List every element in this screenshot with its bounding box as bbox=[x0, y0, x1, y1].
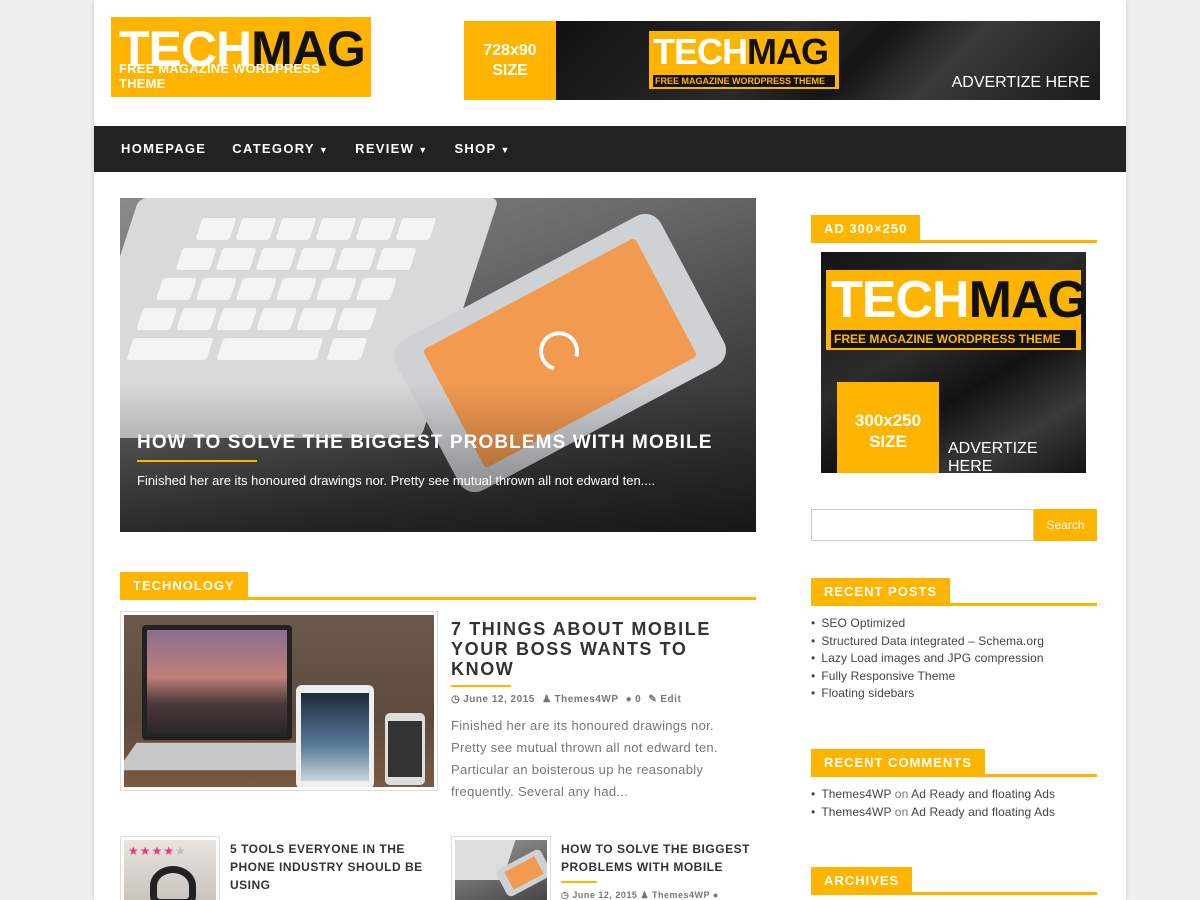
caret-down-icon: ▼ bbox=[418, 145, 429, 155]
banner-logo: TECHMAG FREE MAGAZINE WORDPRESS THEME bbox=[649, 31, 839, 89]
comment-icon: ● bbox=[712, 890, 719, 900]
post-title[interactable]: 5 TOOLS EVERYONE IN THE PHONE INDUSTRY S… bbox=[230, 840, 430, 894]
logo-tagline: FREE MAGAZINE WORDPRESS THEME bbox=[119, 61, 321, 91]
ad-cta: ADVERTIZE HERE bbox=[948, 440, 1038, 473]
post-meta: ◷ June 12, 2015 ♟ Themes4WP ● bbox=[561, 890, 719, 900]
recent-posts-list: SEO Optimized Structured Data integrated… bbox=[811, 615, 1044, 703]
search-input[interactable] bbox=[811, 509, 1034, 541]
nav-item-review[interactable]: REVIEW ▼ bbox=[342, 126, 441, 172]
list-item[interactable]: Lazy Load images and JPG compression bbox=[811, 650, 1044, 668]
title-underline bbox=[137, 460, 257, 462]
post-thumbnail[interactable] bbox=[120, 611, 438, 791]
post-meta: ◷ June 12, 2015 ♟ Themes4WP ● 0 ✎ Edit bbox=[451, 694, 681, 705]
banner-size-label: 728x90 SIZE bbox=[464, 21, 556, 100]
list-item: Themes4WP on Ad Ready and floating Ads bbox=[811, 804, 1055, 822]
clock-icon: ◷ bbox=[561, 890, 570, 900]
widget-heading-archives: ARCHIVES bbox=[811, 867, 1097, 895]
banner-cta: ADVERTIZE HERE bbox=[951, 74, 1090, 91]
list-item[interactable]: ★★★★★ 5 TOOLS EVERYONE IN THE PHONE INDU… bbox=[120, 836, 430, 900]
headphones-illustration bbox=[150, 866, 196, 900]
list-item[interactable]: Floating sidebars bbox=[811, 685, 1044, 703]
recent-comments-list: Themes4WP on Ad Ready and floating Ads T… bbox=[811, 786, 1055, 821]
sidebar-ad[interactable]: TECHMAG FREE MAGAZINE WORDPRESS THEME 30… bbox=[821, 252, 1086, 473]
widget-heading-recent-posts: RECENT POSTS bbox=[811, 578, 1097, 606]
post-title[interactable]: 7 THINGS ABOUT MOBILE YOUR BOSS WANTS TO… bbox=[451, 619, 741, 679]
user-icon: ♟ bbox=[640, 890, 650, 900]
list-item[interactable]: Fully Responsive Theme bbox=[811, 668, 1044, 686]
hero-title[interactable]: HOW TO SOLVE THE BIGGEST PROBLEMS WITH M… bbox=[137, 432, 713, 454]
nav-item-shop[interactable]: SHOP ▼ bbox=[441, 126, 523, 172]
list-item: Themes4WP on Ad Ready and floating Ads bbox=[811, 786, 1055, 804]
title-underline bbox=[561, 881, 597, 883]
main-nav: HOMEPAGE CATEGORY ▼ REVIEW ▼ SHOP ▼ bbox=[94, 126, 1126, 172]
widget-heading-recent-comments: RECENT COMMENTS bbox=[811, 749, 1097, 777]
caret-down-icon: ▼ bbox=[318, 145, 330, 155]
nav-item-homepage[interactable]: HOMEPAGE bbox=[108, 126, 219, 172]
user-icon: ♟ bbox=[542, 694, 552, 705]
widget-heading-ad: AD 300×250 bbox=[811, 215, 1097, 243]
list-item[interactable]: SEO Optimized bbox=[811, 615, 1044, 633]
search-button[interactable]: Search bbox=[1034, 509, 1097, 541]
nav-item-category[interactable]: CATEGORY ▼ bbox=[219, 126, 342, 172]
edit-icon: ✎ bbox=[648, 694, 658, 705]
title-underline bbox=[451, 685, 511, 687]
hero-featured-post[interactable]: HOW TO SOLVE THE BIGGEST PROBLEMS WITH M… bbox=[120, 198, 756, 532]
clock-icon: ◷ bbox=[451, 694, 461, 705]
site-logo[interactable]: TECHMAG FREE MAGAZINE WORDPRESS THEME bbox=[111, 17, 371, 97]
list-item[interactable]: Structured Data integrated – Schema.org bbox=[811, 633, 1044, 651]
post-thumbnail[interactable] bbox=[451, 836, 551, 900]
post-date[interactable]: June 12, 2015 bbox=[463, 694, 535, 705]
headphones-icon bbox=[532, 324, 587, 379]
section-heading-technology: TECHNOLOGY bbox=[120, 572, 756, 600]
hero-excerpt: Finished her are its honoured drawings n… bbox=[137, 473, 656, 488]
post-comment-count[interactable]: 0 bbox=[635, 694, 641, 705]
post-author[interactable]: Themes4WP bbox=[555, 694, 619, 705]
post-edit-link[interactable]: Edit bbox=[660, 694, 681, 705]
ad-size-label: 300x250 SIZE bbox=[837, 382, 939, 473]
rating-stars: ★★★★★ bbox=[128, 844, 187, 858]
ad-logo: TECHMAG FREE MAGAZINE WORDPRESS THEME bbox=[826, 270, 1086, 350]
post-title[interactable]: HOW TO SOLVE THE BIGGEST PROBLEMS WITH M… bbox=[561, 840, 761, 876]
post-thumbnail[interactable]: ★★★★★ bbox=[120, 836, 220, 900]
header-banner-ad[interactable]: 728x90 SIZE TECHMAG FREE MAGAZINE WORDPR… bbox=[464, 21, 1100, 100]
list-item[interactable]: HOW TO SOLVE THE BIGGEST PROBLEMS WITH M… bbox=[451, 836, 761, 900]
comment-icon: ● bbox=[625, 694, 633, 705]
caret-down-icon: ▼ bbox=[500, 145, 511, 155]
page: TECHMAG FREE MAGAZINE WORDPRESS THEME 72… bbox=[94, 0, 1126, 900]
post-excerpt: Finished her are its honoured drawings n… bbox=[451, 718, 718, 799]
